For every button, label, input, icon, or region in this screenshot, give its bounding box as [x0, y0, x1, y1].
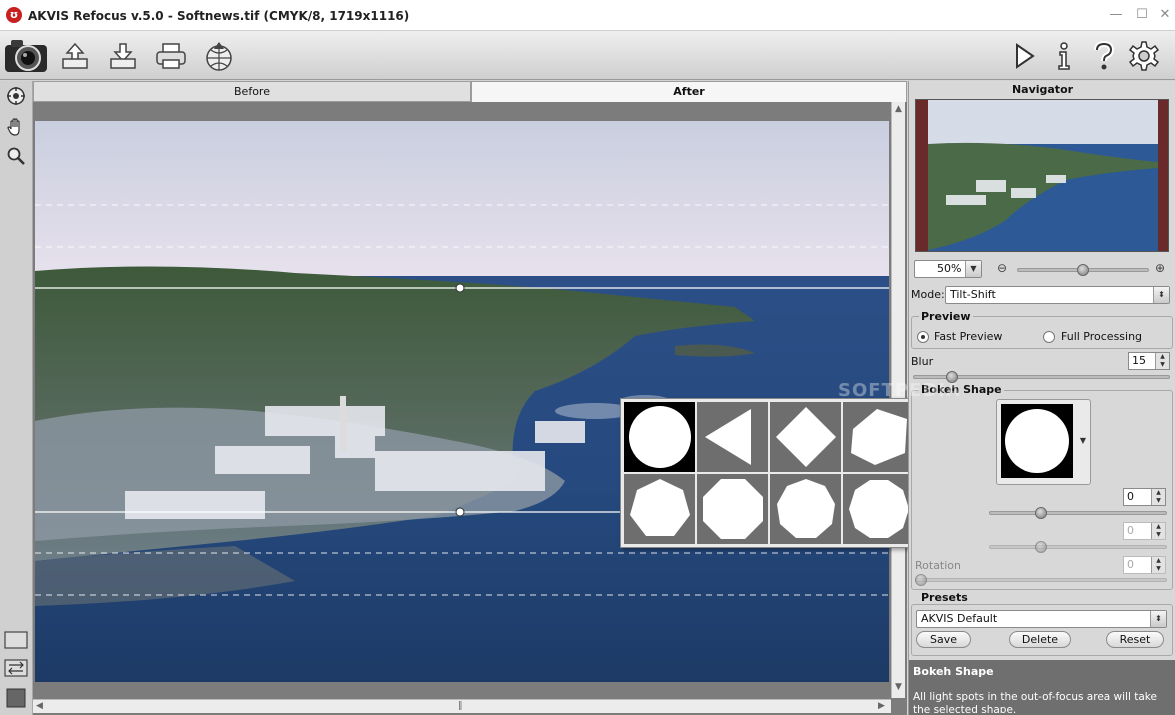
help-text: All light spots in the out-of-focus area… — [913, 691, 1157, 713]
delete-preset-button[interactable]: Delete — [1009, 631, 1071, 648]
open-icon[interactable] — [56, 37, 94, 75]
background-color-icon[interactable] — [3, 686, 29, 710]
title-bar: ʊ AKVIS Refocus v.5.0 - Softnews.tif (CM… — [0, 0, 1175, 31]
bokeh-square-option[interactable] — [770, 402, 841, 472]
rotation-label: Rotation — [915, 559, 962, 572]
watermark: SOFTPEDIA — [838, 380, 961, 401]
bokeh-heptagon-option[interactable] — [624, 474, 695, 544]
zoom-in-icon[interactable]: ⊕ — [1155, 261, 1165, 275]
chevron-down-icon: ▼ — [965, 261, 981, 277]
chevron-down-icon: ⬍ — [1153, 287, 1169, 303]
help-icon[interactable] — [1085, 37, 1123, 75]
full-processing-radio[interactable] — [1043, 331, 1055, 343]
rotation-slider[interactable] — [915, 578, 1167, 582]
bokeh-circle-option[interactable] — [624, 402, 695, 472]
spinner-arrows-icon[interactable]: ▲ ▼ — [1155, 353, 1169, 369]
presets-title: Presets — [919, 591, 970, 604]
bokeh-param2-slider[interactable] — [989, 545, 1167, 549]
share-icon[interactable] — [200, 37, 238, 75]
bokeh-shape-dropdown[interactable]: ▼ — [996, 399, 1091, 485]
close-button[interactable]: ✕ — [1156, 7, 1174, 23]
settings-icon[interactable] — [1125, 37, 1163, 75]
navigator-thumbnail[interactable] — [915, 99, 1169, 252]
view-compare-icon[interactable] — [3, 656, 29, 680]
save-preset-button[interactable]: Save — [916, 631, 971, 648]
help-title: Bokeh Shape — [913, 665, 994, 678]
blur-input[interactable]: 15 ▲ ▼ — [1128, 352, 1170, 370]
bokeh-nonagon-option[interactable] — [770, 474, 841, 544]
bokeh-decagon-option[interactable] — [843, 474, 914, 544]
full-processing-label: Full Processing — [1061, 330, 1143, 343]
blur-label: Blur — [911, 355, 934, 368]
navigator-title: Navigator — [1011, 83, 1074, 96]
fast-preview-label: Fast Preview — [934, 330, 1003, 343]
tab-after[interactable]: After — [471, 81, 907, 102]
run-icon[interactable] — [1005, 37, 1043, 75]
bokeh-param1-input[interactable]: 0 ▲ ▼ — [1123, 488, 1166, 506]
zoom-slider-handle[interactable] — [1077, 264, 1089, 276]
zoom-tool-icon[interactable] — [4, 144, 28, 168]
spinner-arrows-icon[interactable]: ▲ ▼ — [1151, 489, 1165, 505]
reset-preset-button[interactable]: Reset — [1106, 631, 1164, 648]
rotation-input[interactable]: 0 ▲ ▼ — [1123, 556, 1166, 574]
bokeh-triangle-option[interactable] — [697, 402, 768, 472]
bokeh-param1-handle[interactable] — [1035, 507, 1047, 519]
print-icon[interactable] — [152, 37, 190, 75]
bokeh-pentagon-option[interactable] — [843, 402, 914, 472]
info-icon[interactable] — [1045, 37, 1083, 75]
mode-label: Mode: — [911, 288, 945, 301]
spinner-arrows-icon[interactable]: ▲ ▼ — [1151, 523, 1165, 539]
horizontal-scrollbar[interactable]: ◀ ‖ ▶ — [33, 699, 891, 713]
bokeh-param2-input[interactable]: 0 ▲ ▼ — [1123, 522, 1166, 540]
presets-select[interactable]: AKVIS Default ⬍ — [916, 610, 1167, 628]
fast-preview-radio[interactable] — [917, 331, 929, 343]
preview-title: Preview — [919, 310, 973, 323]
hand-tool-icon[interactable] — [4, 115, 28, 139]
chevron-down-icon: ⬍ — [1150, 611, 1166, 627]
bokeh-current-shape — [1001, 404, 1073, 478]
bokeh-param2-handle[interactable] — [1035, 541, 1047, 553]
view-single-icon[interactable] — [3, 628, 29, 652]
rotation-handle[interactable] — [915, 574, 927, 586]
maximize-button[interactable]: ☐ — [1133, 7, 1151, 23]
focus-tool-icon[interactable] — [4, 84, 28, 108]
zoom-out-icon[interactable]: ⊖ — [997, 261, 1007, 275]
tool-strip — [0, 81, 33, 715]
chevron-down-icon: ▼ — [1079, 436, 1086, 445]
minimize-button[interactable]: — — [1107, 7, 1125, 23]
main-toolbar — [0, 31, 1175, 80]
bokeh-octagon-option[interactable] — [697, 474, 768, 544]
help-box: Bokeh Shape All light spots in the out-o… — [909, 660, 1175, 715]
bokeh-param1-slider[interactable] — [989, 511, 1167, 515]
camera-logo-icon — [2, 37, 50, 75]
save-icon[interactable] — [104, 37, 142, 75]
spinner-arrows-icon[interactable]: ▲ ▼ — [1151, 557, 1165, 573]
app-logo-icon: ʊ — [6, 7, 22, 23]
zoom-select[interactable]: 50% ▼ — [914, 260, 982, 278]
view-tabs: Before After — [33, 81, 907, 102]
window-title: AKVIS Refocus v.5.0 - Softnews.tif (CMYK… — [28, 9, 410, 23]
mode-select[interactable]: Tilt-Shift ⬍ — [945, 286, 1170, 304]
tab-before[interactable]: Before — [33, 81, 471, 102]
